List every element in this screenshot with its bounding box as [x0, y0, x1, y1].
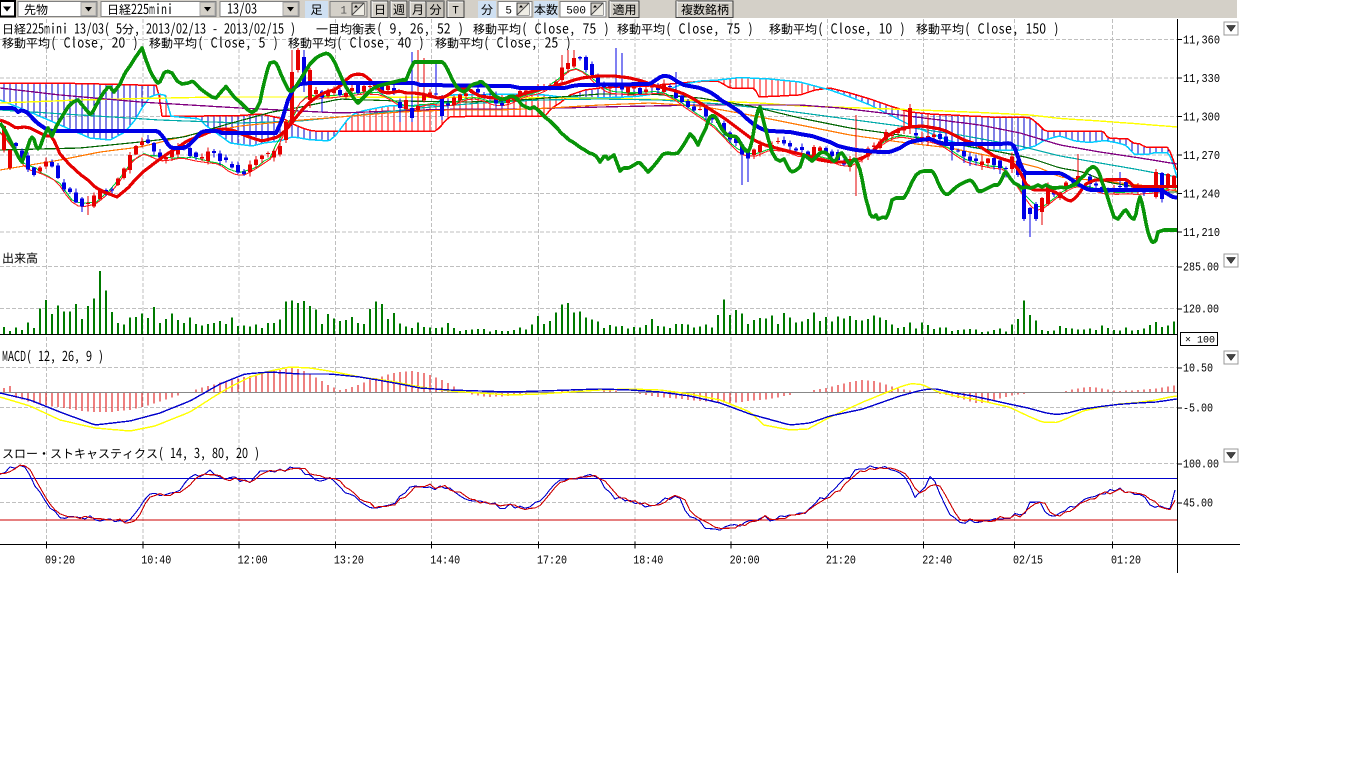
svg-text:09:20: 09:20 [45, 554, 75, 568]
svg-text:1: 1 [340, 6, 347, 18]
svg-text:11,210: 11,210 [1183, 226, 1220, 240]
svg-text:21:20: 21:20 [826, 554, 856, 568]
svg-text:12:00: 12:00 [238, 554, 268, 568]
svg-text:T: T [452, 6, 459, 18]
svg-text:5: 5 [505, 6, 512, 18]
svg-text:100.00: 100.00 [1183, 458, 1219, 472]
svg-text:285.00: 285.00 [1183, 261, 1219, 275]
svg-text:× 100: × 100 [1185, 336, 1215, 347]
svg-text:22:40: 22:40 [922, 554, 952, 568]
svg-text:11,240: 11,240 [1183, 188, 1220, 202]
svg-text:01:20: 01:20 [1111, 554, 1141, 568]
svg-text:45.00: 45.00 [1183, 497, 1213, 511]
svg-text:14:40: 14:40 [430, 554, 460, 568]
svg-text:120.00: 120.00 [1183, 303, 1219, 317]
svg-text:11,300: 11,300 [1183, 111, 1220, 125]
svg-text:17:20: 17:20 [537, 554, 567, 568]
svg-text:02/15: 02/15 [1013, 554, 1043, 568]
svg-text:11,330: 11,330 [1183, 72, 1220, 86]
svg-text:11,270: 11,270 [1183, 149, 1220, 163]
svg-text:13:20: 13:20 [334, 554, 364, 568]
svg-text:11,360: 11,360 [1183, 34, 1220, 48]
svg-text:10:40: 10:40 [141, 554, 171, 568]
svg-text:-5.00: -5.00 [1183, 402, 1213, 416]
svg-text:500: 500 [566, 6, 586, 18]
svg-text:10.50: 10.50 [1183, 362, 1213, 376]
svg-text:20:00: 20:00 [730, 554, 760, 568]
svg-text:18:40: 18:40 [633, 554, 663, 568]
